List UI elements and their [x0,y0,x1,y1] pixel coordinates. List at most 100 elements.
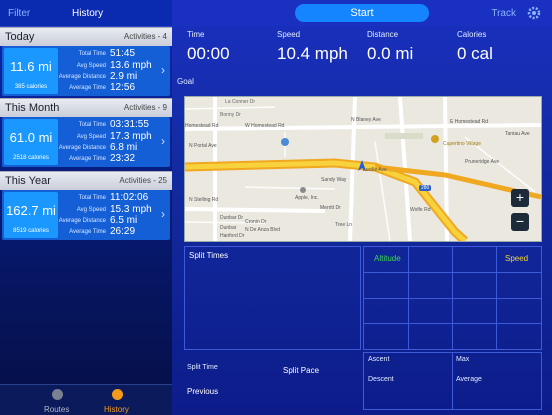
grid-line [364,298,541,299]
section-title: This Year [5,175,51,187]
tracking-header: Start Track [172,0,552,26]
metric-label-distance: Distance [367,30,399,39]
map-label-poi: Apple, Inc. [295,195,319,201]
map-label-street: Pruneridge Ave [465,159,500,165]
elevation-stats-panel: Ascent Max Descent Average [363,352,542,410]
map-label-street: N De Anza Blvd [245,227,281,233]
stat-value: 6.5 mi [110,215,138,226]
section-header-this-year: This Year Activities - 25 [0,171,172,190]
metric-label-speed: Speed [277,30,301,39]
total-calories: 2518 calories [13,155,49,161]
section-header-this-month: This Month Activities - 9 [0,98,172,117]
zoom-in-button[interactable]: + [511,189,529,207]
tab-history[interactable]: History [92,385,142,415]
map-label-street: N Portal Ave [189,143,217,149]
history-sidebar: Filter History Today Activities - 4 11.6… [0,0,172,415]
map-label-street: Dunbar Dr [220,215,244,221]
summary-card-this-year[interactable]: 162.7 mi 8519 calories Total Time 11:02:… [2,190,170,240]
route-map[interactable]: La Conner Dr Bonny Dr W Homestead Rd E H… [184,96,542,242]
tab-routes[interactable]: Routes [32,385,82,415]
altitude-label: Altitude [374,254,401,263]
map-label-street: Tree Ln [335,222,353,228]
split-times-label: Split Times [189,251,229,260]
filter-button[interactable]: Filter [8,8,30,19]
ascent-label: Ascent [368,356,390,363]
stat-value: 2.9 mi [110,71,138,82]
map-label-street: Homestead Rd [185,123,219,129]
altitude-speed-chart: Altitude Speed [363,246,542,350]
map-label-street: Bonny Dr [220,112,241,118]
total-calories: 8519 calories [13,228,49,234]
sidebar-title: History [72,8,104,19]
distance-box: 162.7 mi 8519 calories [4,192,58,238]
sidebar-header: Filter History [0,0,172,27]
map-label-street: N Stelling Rd [189,197,219,203]
map-label-street: Lucille Ave [363,167,387,173]
split-pace-label: Split Pace [283,366,320,375]
divider [452,353,453,409]
map-label-street: Hanford Dr [220,233,245,239]
start-button[interactable]: Start [295,4,429,22]
zoom-out-button[interactable]: − [511,213,529,231]
chevron-right-icon: › [161,134,165,148]
stat-value: 51:45 [110,48,136,59]
max-label: Max [456,356,470,363]
map-label-poi: Cupertino Village [443,141,481,147]
total-calories: 385 calories [14,84,48,90]
speed-label: Speed [505,254,529,263]
metric-value-speed: 10.4 mph [277,44,348,63]
distance-box: 11.6 mi 385 calories [4,48,58,94]
split-times-panel: Split Times [184,246,361,350]
map-label-street: La Conner Dr [225,99,256,105]
section-title: Today [5,31,35,43]
stat-label: Avg Speed [76,207,106,213]
activity-count: Activities - 25 [119,176,167,185]
grid-line [364,323,541,324]
tab-label: Routes [44,405,70,414]
metric-label-time: Time [187,30,205,39]
stat-value: 23:32 [110,153,136,164]
map-label-street: W Homestead Rd [245,123,285,129]
stat-value: 6.8 mi [110,142,138,153]
metric-label-calories: Calories [457,30,487,39]
map-label-street: Sandy Way [321,177,347,183]
stat-label: Average Time [69,156,106,162]
chevron-right-icon: › [161,63,165,77]
stat-label: Average Distance [58,145,106,151]
stat-label: Total Time [78,51,106,57]
stat-label: Total Time [78,122,106,128]
summary-card-today[interactable]: 11.6 mi 385 calories Total Time 51:45 Av… [2,46,170,96]
map-label-street: N Blaney Ave [351,117,381,123]
total-distance: 61.0 mi [9,130,53,145]
split-time-label: Split Time [187,364,218,371]
map-label-street: Tantau Ave [505,131,530,137]
map-label-street: Merritt Dr [320,205,341,211]
chevron-right-icon: › [161,207,165,221]
history-icon [112,389,123,400]
tracking-panel: Start Track Time 00:00 Speed 10.4 mph Di… [172,0,552,414]
metric-value-calories: 0 cal [457,44,493,63]
highway-badge: 280 [419,185,432,191]
stat-value: 15.3 mph [110,204,152,215]
total-distance: 162.7 mi [6,203,56,218]
stat-value: 17.3 mph [110,131,152,142]
metric-value-distance: 0.0 mi [367,44,414,63]
activity-count: Activities - 4 [123,32,167,41]
gear-icon[interactable] [526,5,542,21]
track-button[interactable]: Track [491,8,516,19]
stat-value: 03:31:55 [110,119,149,130]
stat-label: Average Distance [58,74,106,80]
stat-label: Average Time [69,85,106,91]
stat-value: 12:56 [110,82,136,93]
summary-card-this-month[interactable]: 61.0 mi 2518 calories Total Time 03:31:5… [2,117,170,167]
previous-label: Previous [187,387,219,396]
bottom-tab-bar: Routes History [0,384,172,415]
map-label-street: Dunbar [220,225,237,231]
tab-label: History [104,405,129,414]
descent-label: Descent [368,376,394,383]
stat-label: Average Distance [58,218,106,224]
stat-label: Total Time [78,195,106,201]
stat-value: 13.6 mph [110,60,152,71]
section-header-today: Today Activities - 4 [0,27,172,46]
map-label-street: Cronin Dr [245,219,267,225]
